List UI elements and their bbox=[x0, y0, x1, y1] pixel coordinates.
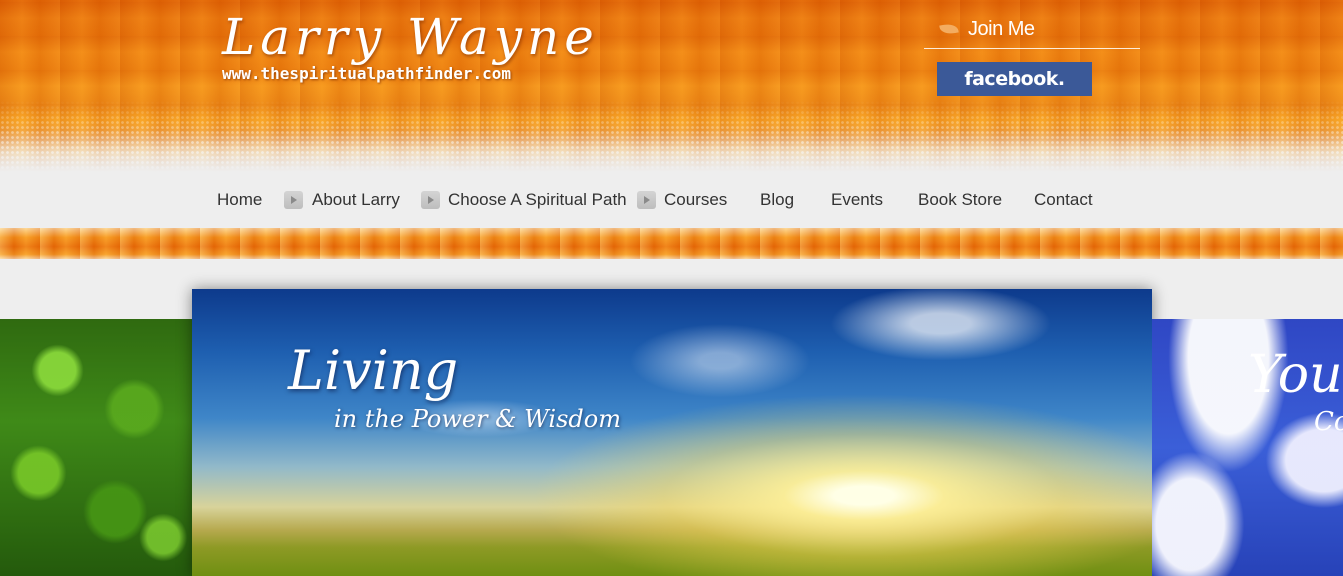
slide-headline: Living bbox=[288, 339, 459, 402]
slide-previous-forest[interactable] bbox=[0, 319, 192, 576]
slide-subline: in the Power & Wisdom bbox=[334, 405, 621, 433]
slide-next-clouds[interactable]: Your Co bbox=[1152, 319, 1343, 576]
slide-current-sky[interactable]: Living in the Power & Wisdom bbox=[192, 289, 1152, 576]
nav-item-home[interactable]: Home bbox=[217, 172, 262, 228]
orange-decorative-band bbox=[0, 228, 1343, 259]
nav-item-book-store[interactable]: Book Store bbox=[918, 172, 1002, 228]
nav-item-courses[interactable]: Courses bbox=[664, 172, 727, 228]
submenu-arrow-icon[interactable] bbox=[637, 191, 656, 209]
header-fade bbox=[0, 130, 1343, 172]
nav-item-contact[interactable]: Contact bbox=[1034, 172, 1093, 228]
next-slide-subline: Co bbox=[1314, 407, 1343, 437]
site-title-logo[interactable]: Larry Wayne bbox=[222, 8, 599, 66]
join-me-label: Join Me bbox=[968, 18, 1035, 40]
facebook-button[interactable]: facebook. bbox=[937, 62, 1092, 96]
site-url[interactable]: www.thespiritualpathfinder.com bbox=[222, 64, 511, 83]
submenu-arrow-icon[interactable] bbox=[284, 191, 303, 209]
nav-item-events[interactable]: Events bbox=[831, 172, 883, 228]
nav-item-blog[interactable]: Blog bbox=[760, 172, 794, 228]
leaf-icon bbox=[939, 22, 959, 36]
join-me-link[interactable]: Join Me bbox=[924, 14, 1140, 49]
main-navigation: Home About Larry Choose A Spiritual Path… bbox=[0, 172, 1343, 229]
nav-item-choose-a-spiritual-path[interactable]: Choose A Spiritual Path bbox=[448, 172, 627, 228]
submenu-arrow-icon[interactable] bbox=[421, 191, 440, 209]
site-header: Larry Wayne www.thespiritualpathfinder.c… bbox=[0, 0, 1343, 172]
nav-item-about-larry[interactable]: About Larry bbox=[312, 172, 400, 228]
next-slide-headline: Your bbox=[1248, 345, 1343, 405]
